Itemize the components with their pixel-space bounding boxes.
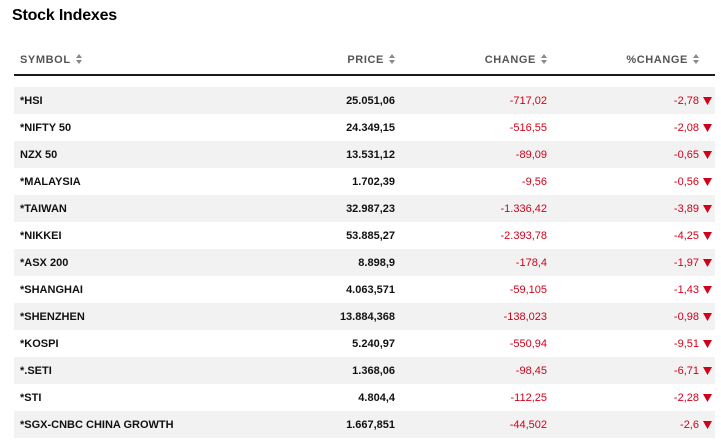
price-value: 32.987,23 [346, 203, 395, 215]
symbol-link[interactable]: *SHANGHAI [20, 284, 83, 296]
price-value: 24.349,15 [346, 122, 395, 134]
change-value: -59,105 [509, 284, 547, 296]
pct-change-value: -0,56 [673, 176, 699, 188]
table-header: SYMBOL PRICE CHANGE %CHANGE [14, 46, 715, 76]
change-value: -550,94 [509, 338, 547, 350]
pct-change-value: -0,98 [673, 311, 699, 323]
pct-change-value: -1,43 [673, 284, 699, 296]
change-value: -112,25 [510, 392, 548, 404]
table-row[interactable]: *SHANGHAI 4.063,571 -59,105 -1,43 [14, 276, 715, 303]
table-row[interactable]: *SGX-CNBC CHINA GROWTH 1.667,851 -44,502 -2… [14, 411, 715, 438]
header-gap [14, 76, 715, 87]
price-value: 4.063,571 [346, 284, 395, 296]
pct-change-header-label: %CHANGE [626, 54, 688, 66]
pct-change-column-header[interactable]: %CHANGE [626, 54, 699, 66]
change-value: -44,502 [509, 419, 547, 431]
table-row[interactable]: *.SETI 1.368,06 -98,45 -6,71 [14, 357, 715, 384]
price-value: 25.051,06 [346, 95, 395, 107]
pct-change-value: -1,97 [673, 257, 699, 269]
sort-arrows-icon[interactable] [693, 54, 699, 64]
symbol-link[interactable]: *HSI [20, 95, 43, 107]
symbol-link[interactable]: *ASX 200 [20, 257, 68, 269]
pct-change-value: -2,28 [673, 392, 699, 404]
pct-change-value: -9,51 [673, 338, 699, 350]
sort-arrows-icon[interactable] [389, 54, 395, 64]
down-triangle-icon [703, 124, 712, 133]
symbol-link[interactable]: *TAIWAN [20, 203, 67, 215]
change-value: -717,02 [509, 95, 547, 107]
table-row[interactable]: *ASX 200 8.898,9 -178,4 -1,97 [14, 249, 715, 276]
change-value: -178,4 [515, 257, 547, 269]
price-value: 13.531,12 [346, 149, 395, 161]
symbol-column-header[interactable]: SYMBOL [20, 54, 82, 66]
symbol-link[interactable]: *NIKKEI [20, 230, 62, 242]
stock-indexes-table: SYMBOL PRICE CHANGE %CHANGE *HSI 25.051,0… [14, 46, 715, 438]
price-value: 53.885,27 [346, 230, 395, 242]
table-row[interactable]: *MALAYSIA 1.702,39 -9,56 -0,56 [14, 168, 715, 195]
pct-change-value: -6,71 [673, 365, 699, 377]
symbol-link[interactable]: *SGX-CNBC CHINA GROWTH [20, 419, 174, 431]
change-value: -138,023 [503, 311, 547, 323]
change-header-label: CHANGE [484, 54, 536, 66]
pct-change-value: -0,65 [673, 149, 699, 161]
down-triangle-icon [703, 178, 712, 187]
price-value: 5.240,97 [352, 338, 395, 350]
table-row[interactable]: *HSI 25.051,06 -717,02 -2,78 [14, 87, 715, 114]
down-triangle-icon [703, 286, 712, 295]
down-triangle-icon [703, 421, 712, 430]
sort-arrows-icon[interactable] [75, 54, 82, 64]
down-triangle-icon [703, 151, 712, 160]
change-value: -2.393,78 [500, 230, 547, 242]
table-row[interactable]: *SHENZHEN 13.884,368 -138,023 -0,98 [14, 303, 715, 330]
pct-change-value: -2,08 [673, 122, 699, 134]
symbol-link[interactable]: *SHENZHEN [20, 311, 85, 323]
down-triangle-icon [703, 394, 712, 403]
table-row[interactable]: *STI 4.804,4 -112,25 -2,28 [14, 384, 715, 411]
down-triangle-icon [703, 205, 712, 214]
price-value: 4.804,4 [358, 392, 395, 404]
change-value: -89,09 [515, 149, 547, 161]
symbol-link[interactable]: *.SETI [20, 365, 52, 377]
table-row[interactable]: *NIKKEI 53.885,27 -2.393,78 -4,25 [14, 222, 715, 249]
change-value: -516,55 [509, 122, 547, 134]
down-triangle-icon [703, 367, 712, 376]
price-value: 1.368,06 [352, 365, 395, 377]
price-column-header[interactable]: PRICE [347, 54, 395, 66]
change-value: -1.336,42 [500, 203, 547, 215]
price-value: 8.898,9 [358, 257, 395, 269]
pct-change-value: -2,78 [673, 95, 699, 107]
symbol-link[interactable]: *KOSPI [20, 338, 59, 350]
pct-change-value: -3,89 [673, 203, 699, 215]
symbol-link[interactable]: *NIFTY 50 [20, 122, 71, 134]
symbol-link[interactable]: *MALAYSIA [20, 176, 81, 188]
widget-title: Stock Indexes [12, 7, 118, 24]
symbol-link[interactable]: *STI [20, 392, 41, 404]
down-triangle-icon [703, 340, 712, 349]
table-row[interactable]: *TAIWAN 32.987,23 -1.336,42 -3,89 [14, 195, 715, 222]
down-triangle-icon [703, 259, 712, 268]
down-triangle-icon [703, 97, 712, 106]
symbol-header-label: SYMBOL [20, 54, 71, 66]
table-row[interactable]: NZX 50 13.531,12 -89,09 -0,65 [14, 141, 715, 168]
price-value: 1.702,39 [352, 176, 395, 188]
price-value: 13.884,368 [339, 311, 395, 323]
change-column-header[interactable]: CHANGE [485, 54, 547, 66]
table-body: *HSI 25.051,06 -717,02 -2,78 *NIFTY 50 24.349… [14, 87, 715, 438]
price-value: 1.667,851 [346, 419, 395, 431]
pct-change-value: -4,25 [673, 230, 699, 242]
change-value: -98,45 [515, 365, 547, 377]
price-header-label: PRICE [347, 54, 384, 66]
down-triangle-icon [703, 313, 712, 322]
pct-change-value: -2,6 [680, 419, 699, 431]
table-row[interactable]: *KOSPI 5.240,97 -550,94 -9,51 [14, 330, 715, 357]
stock-indexes-widget: Stock Indexes SYMBOL PRICE CHANGE %CHANG… [0, 0, 721, 447]
symbol-link[interactable]: NZX 50 [20, 149, 57, 161]
sort-arrows-icon[interactable] [541, 54, 547, 64]
table-row[interactable]: *NIFTY 50 24.349,15 -516,55 -2,08 [14, 114, 715, 141]
down-triangle-icon [703, 232, 712, 241]
change-value: -9,56 [521, 176, 547, 188]
